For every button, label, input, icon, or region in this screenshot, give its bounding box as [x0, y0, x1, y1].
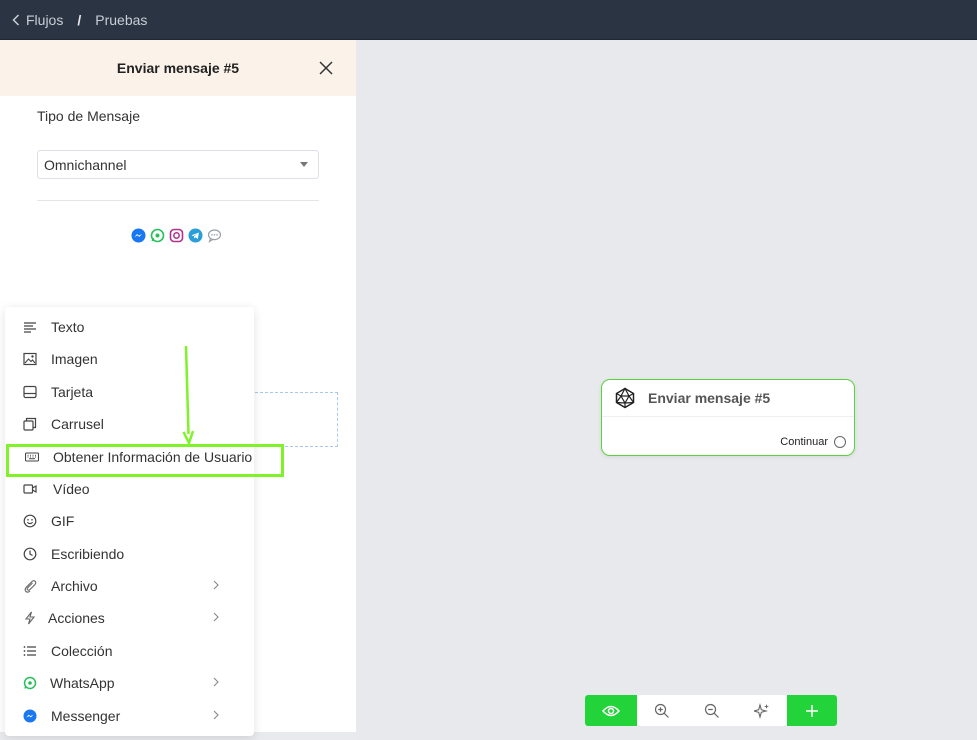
- instagram-icon: [169, 228, 184, 243]
- video-icon: [23, 484, 37, 494]
- menu-item-label: Colección: [51, 643, 113, 659]
- menu-item-label: Vídeo: [53, 481, 90, 497]
- text-lines-icon: [24, 322, 36, 333]
- message-type-value: Omnichannel: [44, 156, 127, 173]
- channel-icons: [131, 228, 222, 243]
- breadcrumb: Flujos / Pruebas: [12, 12, 147, 28]
- menu-item-tarjeta[interactable]: Tarjeta: [5, 376, 254, 408]
- message-type-label: Tipo de Mensaje: [37, 108, 140, 124]
- telegram-icon: [188, 228, 203, 243]
- menu-item-label: Acciones: [48, 610, 105, 626]
- message-type-select[interactable]: Omnichannel: [37, 150, 319, 179]
- menu-item-label: WhatsApp: [50, 675, 115, 691]
- keyboard-icon: [25, 452, 39, 462]
- menu-item-label: Archivo: [51, 578, 98, 594]
- breadcrumb-separator: /: [77, 11, 82, 28]
- breadcrumb-flujos[interactable]: Flujos: [26, 12, 63, 28]
- auto-arrange-button[interactable]: [737, 695, 787, 726]
- menu-item-imagen[interactable]: Imagen: [5, 343, 254, 375]
- plus-icon: [806, 704, 818, 717]
- menu-item-messenger[interactable]: Messenger: [5, 700, 254, 732]
- eye-icon: [602, 705, 620, 716]
- chevron-right-icon: [213, 710, 219, 720]
- messenger-icon: [23, 709, 37, 723]
- caret-down-icon: [300, 162, 308, 167]
- canvas-toolbar: [585, 695, 837, 726]
- node-output: Continuar: [780, 436, 846, 448]
- panel-title: Enviar mensaje #5: [116, 60, 240, 76]
- whatsapp-icon: [23, 676, 37, 690]
- chevron-left-icon[interactable]: [12, 13, 20, 26]
- menu-item-label: Messenger: [51, 708, 121, 724]
- menu-item-obtener-informacion[interactable]: Obtener Información de Usuario: [5, 441, 254, 473]
- menu-item-label: Carrusel: [51, 416, 104, 432]
- menu-item-carrusel[interactable]: Carrusel: [5, 408, 254, 440]
- zoom-in-button[interactable]: [637, 695, 687, 726]
- zoom-out-button[interactable]: [687, 695, 737, 726]
- panel-header: Enviar mensaje #5: [0, 40, 356, 96]
- menu-item-whatsapp[interactable]: WhatsApp: [5, 667, 254, 699]
- zoom-in-icon: [654, 703, 669, 718]
- sparkle-icon: [754, 702, 769, 719]
- node-title: Enviar mensaje #5: [648, 390, 771, 406]
- menu-item-label: Obtener Información de Usuario: [53, 449, 253, 465]
- smiley-icon: [23, 514, 37, 528]
- chevron-right-icon: [213, 612, 219, 622]
- messenger-icon: [131, 228, 146, 243]
- output-label: Continuar: [780, 436, 828, 448]
- chevron-right-icon: [213, 580, 219, 590]
- menu-item-video[interactable]: Vídeo: [5, 473, 254, 505]
- zoom-out-icon: [704, 703, 719, 718]
- menu-item-acciones[interactable]: Acciones: [5, 602, 254, 634]
- webchat-icon: [207, 228, 222, 243]
- carousel-icon: [23, 417, 37, 431]
- content-type-menu: Texto Imagen Tarjeta Carrusel Obtener In…: [5, 307, 254, 736]
- polyhedron-icon: [615, 387, 635, 409]
- menu-item-label: Tarjeta: [51, 384, 94, 400]
- menu-item-archivo[interactable]: Archivo: [5, 570, 254, 602]
- lightning-icon: [24, 611, 36, 625]
- paperclip-icon: [24, 580, 37, 593]
- menu-item-texto[interactable]: Texto: [5, 311, 254, 343]
- list-icon: [23, 646, 36, 656]
- whatsapp-icon: [150, 228, 165, 243]
- flow-node-send-message[interactable]: Enviar mensaje #5 Continuar: [601, 379, 855, 456]
- clock-icon: [23, 547, 37, 561]
- breadcrumb-pruebas: Pruebas: [95, 11, 148, 28]
- chevron-right-icon: [213, 677, 219, 687]
- menu-item-coleccion[interactable]: Colección: [5, 635, 254, 667]
- node-header: Enviar mensaje #5: [602, 380, 854, 417]
- menu-item-gif[interactable]: GIF: [5, 505, 254, 537]
- preview-button[interactable]: [585, 695, 637, 726]
- top-bar: Flujos / Pruebas: [0, 0, 977, 40]
- menu-item-label: GIF: [51, 513, 75, 529]
- menu-item-label: Texto: [51, 319, 85, 335]
- image-icon: [23, 352, 37, 366]
- add-node-button[interactable]: [787, 695, 837, 726]
- drop-zone[interactable]: [250, 392, 338, 447]
- menu-item-escribiendo[interactable]: Escribiendo: [5, 538, 254, 570]
- output-port[interactable]: [834, 436, 846, 448]
- divider: [37, 200, 319, 201]
- menu-item-label: Imagen: [51, 351, 98, 367]
- card-icon: [23, 385, 37, 399]
- menu-item-label: Escribiendo: [51, 546, 125, 562]
- close-icon[interactable]: [318, 60, 334, 76]
